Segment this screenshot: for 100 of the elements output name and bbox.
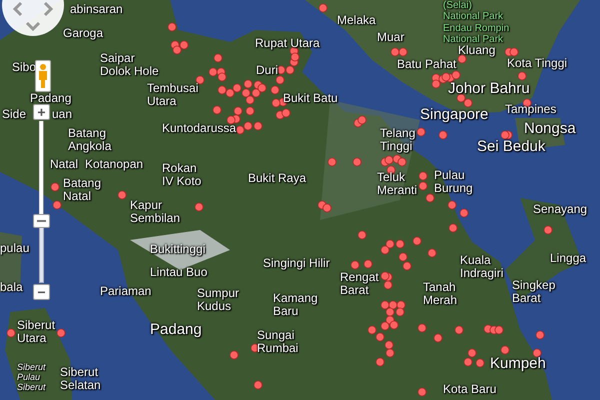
map-marker[interactable] (290, 52, 300, 62)
map-marker[interactable] (418, 182, 428, 190)
map-marker[interactable] (468, 348, 476, 358)
map-marker[interactable] (396, 240, 404, 248)
map-marker[interactable] (56, 328, 66, 338)
map-marker[interactable] (426, 194, 434, 202)
map-marker[interactable] (428, 248, 436, 258)
map-marker[interactable] (226, 116, 236, 124)
map-marker[interactable] (230, 350, 238, 360)
map-marker[interactable] (322, 204, 332, 212)
map-marker[interactable] (376, 358, 384, 366)
map-marker[interactable] (402, 262, 412, 270)
map-marker[interactable] (242, 88, 250, 98)
map-marker[interactable] (418, 172, 428, 180)
map-marker[interactable] (180, 40, 188, 50)
map-marker[interactable] (376, 332, 384, 342)
map-marker[interactable] (52, 200, 62, 210)
map-marker[interactable] (272, 98, 280, 108)
map-marker[interactable] (448, 200, 456, 210)
map-marker[interactable] (118, 190, 126, 200)
map-marker[interactable] (398, 252, 408, 262)
map-marker[interactable] (386, 240, 394, 248)
place-label: Batu Pahat (397, 58, 456, 71)
map-marker[interactable] (518, 72, 526, 80)
place-label: Kota Tinggi (507, 57, 568, 70)
map-marker[interactable] (258, 84, 266, 92)
map-marker[interactable] (226, 88, 234, 98)
zoom-in-button[interactable]: + (33, 104, 50, 120)
map-marker[interactable] (50, 182, 60, 192)
map-marker[interactable] (196, 76, 204, 84)
map-marker[interactable] (544, 226, 552, 234)
map-marker[interactable] (246, 96, 254, 104)
map-marker[interactable] (532, 348, 542, 358)
map-marker[interactable] (234, 106, 242, 116)
place-label: Singingi Hilir (263, 257, 330, 270)
map-marker[interactable] (232, 84, 242, 92)
zoom-slider-thumb[interactable] (33, 214, 50, 228)
map-marker[interactable] (352, 158, 362, 166)
street-view-control[interactable] (35, 60, 51, 92)
map-marker[interactable] (194, 202, 204, 212)
map-marker[interactable] (318, 4, 328, 12)
map-marker[interactable] (384, 340, 394, 350)
map-marker[interactable] (416, 128, 426, 136)
chevron-left-icon[interactable] (12, 1, 24, 17)
map-marker[interactable] (244, 122, 252, 130)
map-marker[interactable] (380, 322, 390, 330)
map-marker[interactable] (172, 46, 182, 54)
map-marker[interactable] (364, 260, 372, 268)
map-marker[interactable] (456, 94, 466, 102)
place-label: Siberut Pulau Siberut (17, 362, 46, 392)
map-marker[interactable] (438, 130, 448, 140)
map-marker[interactable] (6, 328, 16, 338)
map-marker[interactable] (246, 106, 254, 116)
map-marker[interactable] (252, 88, 260, 98)
map-marker[interactable] (432, 80, 440, 88)
map-marker[interactable] (464, 98, 472, 108)
map-marker[interactable] (500, 130, 510, 140)
map-marker[interactable] (434, 334, 442, 342)
map-marker[interactable] (358, 230, 366, 240)
map-marker[interactable] (418, 324, 426, 332)
map-marker[interactable] (212, 106, 222, 114)
map-marker[interactable] (390, 320, 398, 330)
map-marker[interactable] (254, 380, 262, 390)
map-marker[interactable] (536, 330, 544, 340)
map-marker[interactable] (494, 326, 504, 334)
map-marker[interactable] (386, 348, 394, 358)
map-marker[interactable] (218, 86, 226, 94)
map-marker[interactable] (236, 126, 244, 134)
map-marker[interactable] (384, 156, 394, 164)
map-marker[interactable] (358, 116, 366, 124)
map-marker[interactable] (254, 122, 262, 130)
map-marker[interactable] (398, 158, 406, 166)
map-marker[interactable] (214, 54, 222, 62)
chevron-down-icon[interactable] (25, 21, 41, 31)
map-marker[interactable] (458, 54, 466, 64)
map-marker[interactable] (500, 346, 510, 354)
map-marker[interactable] (380, 272, 390, 280)
map-marker[interactable] (282, 108, 290, 118)
map-marker[interactable] (244, 80, 252, 88)
map-marker[interactable] (276, 76, 284, 84)
map-marker[interactable] (328, 158, 336, 166)
map-marker[interactable] (454, 326, 464, 334)
map-marker[interactable] (464, 358, 472, 366)
map-marker[interactable] (418, 388, 426, 396)
map-marker[interactable] (412, 236, 422, 246)
map-marker[interactable] (286, 66, 294, 74)
map-marker[interactable] (460, 208, 468, 218)
chevron-right-icon[interactable] (42, 1, 54, 17)
map-marker[interactable] (218, 72, 226, 82)
map-marker[interactable] (380, 246, 390, 254)
map-marker[interactable] (270, 86, 280, 94)
zoom-out-button[interactable]: − (33, 284, 50, 300)
map-marker[interactable] (510, 48, 518, 56)
map-marker[interactable] (168, 22, 176, 32)
map-marker[interactable] (448, 224, 458, 232)
map-marker[interactable] (476, 358, 484, 368)
map-marker[interactable] (396, 308, 404, 316)
map-marker[interactable] (452, 70, 460, 80)
map-marker[interactable] (350, 260, 360, 270)
map-marker[interactable] (368, 326, 376, 334)
